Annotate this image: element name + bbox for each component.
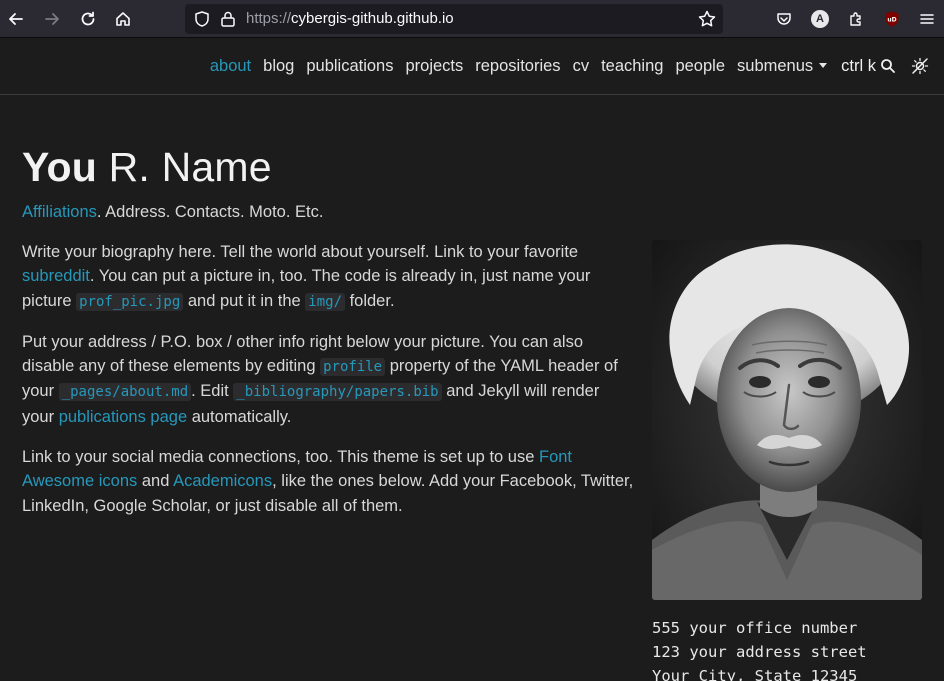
nav-item-projects[interactable]: projects: [405, 57, 463, 76]
biography: Write your biography here. Tell the worl…: [22, 240, 634, 534]
browser-toolbar: https://cybergis-github.github.io A uD: [0, 0, 944, 38]
forward-button[interactable]: [40, 7, 64, 31]
home-button[interactable]: [111, 7, 135, 31]
subreddit-link[interactable]: subreddit: [22, 267, 90, 285]
pocket-button[interactable]: [773, 8, 795, 30]
extensions-button[interactable]: [845, 8, 867, 30]
shield-icon[interactable]: [193, 10, 211, 28]
page-title: You R. Name: [22, 144, 272, 191]
url-text[interactable]: https://cybergis-github.github.io: [246, 10, 454, 27]
address-line: Your City, State 12345: [652, 667, 858, 681]
search-icon: [881, 59, 895, 73]
title-first-name: You: [22, 144, 97, 190]
reload-button[interactable]: [76, 7, 100, 31]
arrow-right-icon: [45, 13, 59, 25]
code-papers-bib: _bibliography/papers.bib: [233, 383, 442, 402]
site-navbar: about blog publications projects reposit…: [0, 39, 944, 95]
nav-item-publications[interactable]: publications: [306, 57, 393, 76]
address-line: 555 your office number: [652, 619, 858, 637]
home-icon: [116, 12, 130, 26]
url-bar[interactable]: https://cybergis-github.github.io: [185, 4, 723, 34]
code-img-folder: img/: [305, 292, 345, 311]
svg-text:uD: uD: [887, 17, 896, 24]
code-profile: profile: [320, 358, 386, 377]
nav-item-teaching[interactable]: teaching: [601, 57, 663, 76]
affiliations-link[interactable]: Affiliations: [22, 203, 97, 221]
address-block: 555 your office number 123 your address s…: [652, 616, 867, 681]
address-line: 123 your address street: [652, 643, 867, 661]
publications-page-link[interactable]: publications page: [59, 408, 187, 426]
nav-item-repositories[interactable]: repositories: [475, 57, 560, 76]
title-rest: R. Name: [97, 144, 272, 190]
reload-icon: [81, 11, 95, 26]
puzzle-icon: [850, 12, 861, 26]
theme-toggle-button[interactable]: [910, 56, 930, 76]
code-about-md: _pages/about.md: [58, 383, 192, 402]
back-button[interactable]: [4, 7, 28, 31]
search-button[interactable]: ctrl k: [841, 57, 896, 76]
account-button[interactable]: A: [809, 8, 831, 30]
search-shortcut-label: ctrl k: [841, 56, 876, 75]
app-menu-button[interactable]: [916, 8, 938, 30]
theme-toggle-icon: [911, 57, 929, 75]
lock-icon[interactable]: [220, 10, 236, 28]
nav-item-about[interactable]: about: [210, 57, 251, 76]
caret-down-icon: [819, 62, 828, 68]
nav-item-cv[interactable]: cv: [573, 57, 590, 76]
profile-picture: [652, 240, 922, 600]
bio-paragraph: Put your address / P.O. box / other info…: [22, 332, 618, 426]
arrow-left-icon: [9, 13, 23, 25]
account-avatar: A: [811, 10, 829, 28]
ublock-shield-icon: uD: [885, 11, 899, 27]
nav-menu: about blog publications projects reposit…: [198, 56, 930, 76]
nav-item-blog[interactable]: blog: [263, 57, 294, 76]
nav-item-submenus[interactable]: submenus: [737, 56, 828, 76]
academicons-link[interactable]: Academicons: [173, 472, 272, 490]
code-prof-pic: prof_pic.jpg: [76, 292, 184, 311]
ublock-button[interactable]: uD: [881, 8, 903, 30]
page-subtitle: Affiliations. Address. Contacts. Moto. E…: [22, 203, 324, 221]
hamburger-menu-icon: [920, 14, 934, 24]
pocket-icon: [777, 13, 791, 25]
bio-paragraph: Link to your social media connections, t…: [22, 448, 634, 515]
submenus-label: submenus: [737, 56, 814, 75]
nav-item-people[interactable]: people: [675, 57, 725, 76]
bookmark-star-icon[interactable]: [697, 9, 717, 29]
bio-paragraph: Write your biography here. Tell the worl…: [22, 243, 591, 311]
